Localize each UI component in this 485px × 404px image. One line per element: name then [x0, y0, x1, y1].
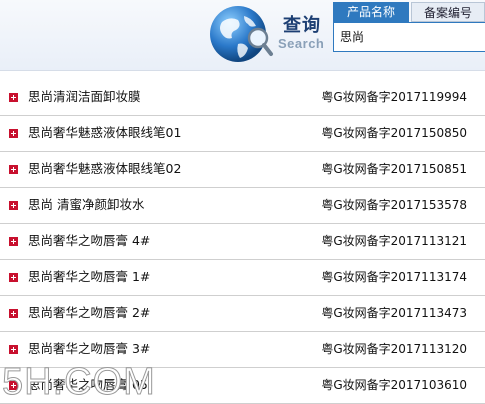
- search-header: 查询 Search 产品名称 备案编号 思尚: [0, 0, 485, 71]
- list-item[interactable]: 思尚奢华之吻唇膏 2# 粤G妆网备字2017113473: [0, 296, 485, 332]
- globe-search-icon: [210, 6, 273, 62]
- list-item[interactable]: 思尚 清蜜净颜卸妆水 粤G妆网备字2017153578: [0, 188, 485, 224]
- bullet-plus-icon: [9, 201, 18, 210]
- product-name[interactable]: 思尚奢华之吻唇膏 2#: [28, 296, 150, 330]
- registration-number: 粤G妆网备字2017150850: [321, 126, 467, 140]
- bullet-plus-icon: [9, 309, 18, 318]
- product-name[interactable]: 思尚奢华之吻唇膏 1#: [28, 260, 150, 294]
- registration-number: 粤G妆网备字2017119994: [321, 90, 467, 104]
- search-input[interactable]: 思尚: [333, 22, 485, 52]
- registration-number: 粤G妆网备字2017113174: [321, 270, 467, 284]
- registration-number: 粤G妆网备字2017113473: [321, 306, 467, 320]
- registration-number: 粤G妆网备字2017113120: [321, 342, 467, 356]
- bullet-plus-icon: [9, 273, 18, 282]
- list-item[interactable]: 思尚奢华魅惑液体眼线笔02 粤G妆网备字2017150851: [0, 152, 485, 188]
- product-name[interactable]: 思尚奢华之吻唇膏 4#: [28, 224, 150, 258]
- search-title-en: Search: [278, 36, 325, 51]
- list-item[interactable]: 思尚奢华之吻唇膏 4# 粤G妆网备字2017113121: [0, 224, 485, 260]
- registration-number: 粤G妆网备字2017103610: [321, 378, 467, 392]
- results-list: 思尚清润洁面卸妆膜 粤G妆网备字2017119994 思尚奢华魅惑液体眼线笔01…: [0, 80, 485, 404]
- product-name[interactable]: 思尚 清蜜净颜卸妆水: [28, 188, 144, 222]
- registration-number: 粤G妆网备字2017113121: [321, 234, 467, 248]
- bullet-plus-icon: [9, 165, 18, 174]
- watermark-text: 5H.COM: [2, 361, 156, 400]
- product-name[interactable]: 思尚清润洁面卸妆膜: [28, 80, 141, 114]
- bullet-plus-icon: [9, 93, 18, 102]
- list-item[interactable]: 思尚清润洁面卸妆膜 粤G妆网备字2017119994: [0, 80, 485, 116]
- tab-product-name[interactable]: 产品名称: [333, 2, 409, 22]
- registration-number: 粤G妆网备字2017150851: [321, 162, 467, 176]
- search-title-cn: 查询: [283, 15, 321, 36]
- list-item[interactable]: 思尚奢华之吻唇膏 1# 粤G妆网备字2017113174: [0, 260, 485, 296]
- tab-registration-number[interactable]: 备案编号: [411, 2, 485, 22]
- registration-number: 粤G妆网备字2017153578: [321, 198, 467, 212]
- product-name[interactable]: 思尚奢华魅惑液体眼线笔02: [28, 152, 181, 186]
- bullet-plus-icon: [9, 237, 18, 246]
- bullet-plus-icon: [9, 345, 18, 354]
- bullet-plus-icon: [9, 129, 18, 138]
- list-item[interactable]: 思尚奢华魅惑液体眼线笔01 粤G妆网备字2017150850: [0, 116, 485, 152]
- product-name[interactable]: 思尚奢华魅惑液体眼线笔01: [28, 116, 181, 150]
- watermark-logo: 5H.COM: [2, 361, 156, 401]
- search-tabs: 产品名称 备案编号: [333, 2, 485, 22]
